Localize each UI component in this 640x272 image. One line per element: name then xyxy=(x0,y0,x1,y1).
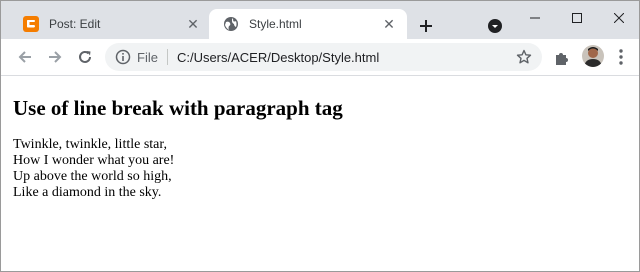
tab-close-icon[interactable]: ✕ xyxy=(185,16,201,32)
close-icon xyxy=(614,13,624,23)
poem-line: How I wonder what you are! xyxy=(13,153,175,168)
browser-toolbar: File C:/Users/ACER/Desktop/Style.html xyxy=(1,39,639,76)
maximize-icon xyxy=(572,13,582,23)
url-text[interactable]: C:/Users/ACER/Desktop/Style.html xyxy=(177,50,379,65)
browser-window: Post: Edit ✕ Style.html ✕ File C:/Users/… xyxy=(0,0,640,272)
plus-icon xyxy=(420,20,432,32)
poem-line: Like a diamond in the sky. xyxy=(13,185,162,200)
extensions-puzzle-icon[interactable] xyxy=(553,49,571,67)
close-window-button[interactable] xyxy=(596,1,639,35)
poem-paragraph: Twinkle, twinkle, little star, How I won… xyxy=(13,137,174,201)
page-heading: Use of line break with paragraph tag xyxy=(13,96,343,120)
scheme-label: File xyxy=(137,49,158,65)
tab-title: Style.html xyxy=(249,17,302,31)
tab-style-html[interactable]: Style.html ✕ xyxy=(209,9,407,39)
info-icon[interactable] xyxy=(115,49,131,65)
maximize-button[interactable] xyxy=(554,1,600,35)
bookmark-star-icon[interactable] xyxy=(516,49,532,65)
new-tab-button[interactable] xyxy=(413,13,439,39)
arrow-left-icon xyxy=(18,51,31,63)
poem-line: Twinkle, twinkle, little star, xyxy=(13,137,167,152)
tab-title: Post: Edit xyxy=(49,17,101,31)
more-menu-icon[interactable] xyxy=(617,48,625,66)
tab-search-icon[interactable] xyxy=(487,18,503,34)
minimize-button[interactable] xyxy=(512,1,558,35)
reload-button[interactable] xyxy=(73,45,97,69)
profile-avatar[interactable] xyxy=(582,45,604,67)
blogger-icon xyxy=(23,16,39,32)
arrow-right-icon xyxy=(49,51,62,63)
reload-icon xyxy=(79,50,91,63)
tab-strip: Post: Edit ✕ Style.html ✕ xyxy=(1,1,639,39)
tab-post-edit[interactable]: Post: Edit ✕ xyxy=(9,9,211,39)
globe-icon xyxy=(224,17,238,31)
avatar-icon xyxy=(582,45,604,67)
address-bar[interactable]: File C:/Users/ACER/Desktop/Style.html xyxy=(105,43,542,71)
forward-button[interactable] xyxy=(43,45,67,69)
back-button[interactable] xyxy=(13,45,37,69)
address-divider xyxy=(166,49,168,65)
poem-line: Up above the world so high, xyxy=(13,169,172,184)
minimize-icon xyxy=(530,17,540,19)
tab-close-icon[interactable]: ✕ xyxy=(381,16,397,32)
